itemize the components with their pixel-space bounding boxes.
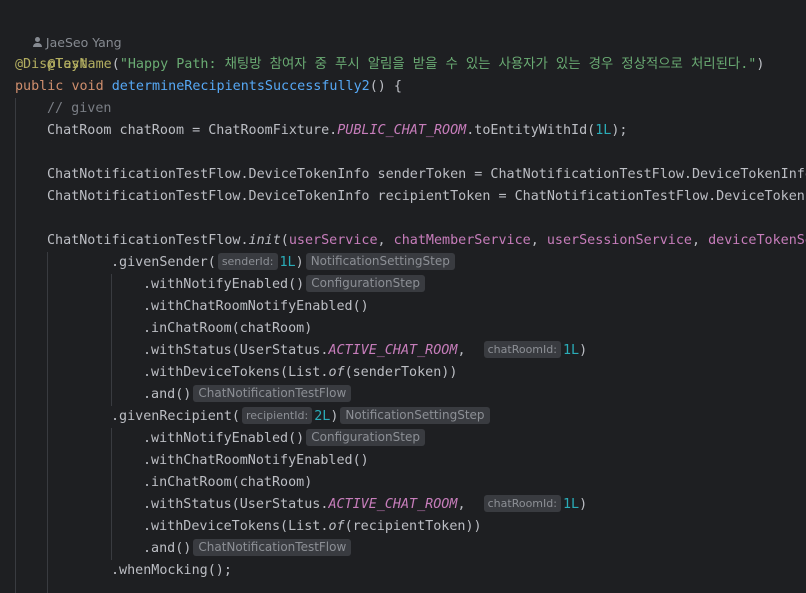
init-method: init: [248, 233, 281, 248]
number-literal: 1L: [562, 497, 580, 512]
recipient-token-arg: (recipientToken)): [344, 519, 482, 534]
type-hint: ConfigurationStep: [306, 429, 425, 446]
code-line: .withChatRoomNotifyEnabled(): [143, 296, 369, 318]
list-of-method: of: [328, 519, 345, 534]
comma: ,: [457, 343, 466, 358]
method-tail: () {: [369, 79, 402, 94]
comma: ,: [377, 233, 394, 248]
parameter-hint: chatRoomId:: [483, 495, 561, 512]
number-literal: 1L: [595, 123, 612, 138]
when-mocking-call: .whenMocking();: [111, 563, 232, 578]
in-chatroom-call: .inChatRoom(chatRoom): [143, 475, 313, 490]
code-line: .inChatRoom(chatRoom): [143, 472, 312, 494]
code-line: .and() ChatNotificationTestFlow: [143, 384, 353, 406]
parameter-hint: senderId:: [217, 253, 278, 270]
code-line: .withDeviceTokens(List.of(recipientToken…: [143, 516, 482, 538]
list-of-method: of: [328, 365, 345, 380]
parameter-hint: recipientId:: [242, 407, 313, 424]
init-prefix: ChatNotificationTestFlow.: [47, 233, 249, 248]
init-arg-user-service: userService: [288, 233, 378, 248]
init-arg-device-token-service: deviceTokenSe: [708, 233, 806, 248]
with-chatroom-notify-enabled-call: .withChatRoomNotifyEnabled(): [143, 299, 369, 314]
code-line: .withChatRoomNotifyEnabled(): [143, 450, 369, 472]
chatroom-decl: ChatRoom chatRoom = ChatRoomFixture.: [47, 123, 338, 138]
in-chatroom-call: .inChatRoom(chatRoom): [143, 321, 313, 336]
with-notify-enabled-call: .withNotifyEnabled(): [143, 431, 305, 446]
code-line: ChatNotificationTestFlow.DeviceTokenInfo…: [47, 164, 806, 186]
number-literal: 1L: [279, 255, 296, 270]
comment-given: // given: [47, 101, 112, 116]
constant-active-chat-room: ACTIVE_CHAT_ROOM: [328, 343, 458, 358]
chatroom-end: );: [611, 123, 628, 138]
given-sender-call: .givenSender(: [111, 255, 216, 270]
code-line: ChatNotificationTestFlow.DeviceTokenInfo…: [47, 186, 806, 208]
code-line: .withStatus(UserStatus.ACTIVE_CHAT_ROOM,…: [143, 340, 587, 362]
sender-token-decl: ChatNotificationTestFlow.DeviceTokenInfo…: [47, 167, 806, 182]
indent-guide: [111, 274, 112, 406]
constant-active-chat-room: ACTIVE_CHAT_ROOM: [328, 497, 458, 512]
code-line: .givenSender(senderId: 1L) NotificationSet…: [111, 252, 457, 274]
and-call: .and(): [143, 387, 192, 402]
paren: ): [579, 343, 588, 358]
indent-guide: [47, 252, 48, 593]
code-line: ChatRoom chatRoom = ChatRoomFixture.PUBL…: [47, 120, 627, 142]
parameter-hint: chatRoomId:: [483, 341, 561, 358]
paren: (: [280, 233, 289, 248]
indent-guide: [111, 428, 112, 560]
number-literal: 1L: [562, 343, 580, 358]
type-hint: NotificationSettingStep: [305, 253, 455, 270]
comma: ,: [530, 233, 547, 248]
method-name[interactable]: determineRecipientsSuccessfully2: [112, 79, 370, 94]
paren: ): [295, 255, 304, 270]
code-line: .withStatus(UserStatus.ACTIVE_CHAT_ROOM,…: [143, 494, 587, 516]
code-line: public void determineRecipientsSuccessfu…: [15, 76, 402, 98]
with-device-tokens-call: .withDeviceTokens(List.: [143, 365, 329, 380]
sender-token-arg: (senderToken)): [344, 365, 458, 380]
init-arg-chat-member-service: chatMemberService: [393, 233, 531, 248]
comma: ,: [457, 497, 466, 512]
display-name-string: "Happy Path: 채팅방 참여자 중 푸시 알림을 받을 수 있는 사용…: [119, 57, 757, 72]
number-literal: 2L: [314, 409, 331, 424]
code-line: .givenRecipient(recipientId: 2L) Notificat…: [111, 406, 492, 428]
with-chatroom-notify-enabled-call: .withChatRoomNotifyEnabled(): [143, 453, 369, 468]
code-line: .and() ChatNotificationTestFlow: [143, 538, 353, 560]
code-line: .withDeviceTokens(List.of(senderToken)): [143, 362, 457, 384]
keyword-void: void: [71, 79, 104, 94]
type-hint: NotificationSettingStep: [340, 407, 490, 424]
with-status-call: .withStatus(UserStatus.: [143, 343, 329, 358]
paren: ): [330, 409, 339, 424]
comma: ,: [691, 233, 709, 248]
code-line: .inChatRoom(chatRoom): [143, 318, 312, 340]
code-line: .whenMocking();: [111, 560, 232, 582]
code-line: .withNotifyEnabled() ConfigurationStep: [143, 274, 427, 296]
type-hint: ChatNotificationTestFlow: [193, 385, 352, 402]
and-call: .and(): [143, 541, 192, 556]
type-hint: ConfigurationStep: [306, 275, 425, 292]
code-line: ChatNotificationTestFlow.init(userServic…: [47, 230, 806, 252]
given-recipient-call: .givenRecipient(: [111, 409, 240, 424]
with-notify-enabled-call: .withNotifyEnabled(): [143, 277, 305, 292]
paren: ): [579, 497, 588, 512]
with-status-call: .withStatus(UserStatus.: [143, 497, 329, 512]
type-hint: ChatNotificationTestFlow: [193, 539, 352, 556]
code-author-hint[interactable]: JaeSeo Yang: [17, 10, 122, 50]
code-line: .withNotifyEnabled() ConfigurationStep: [143, 428, 427, 450]
chatroom-call: .toEntityWithId(: [466, 123, 596, 138]
recipient-token-decl: ChatNotificationTestFlow.DeviceTokenInfo…: [47, 189, 806, 204]
code-line: @Test: [15, 32, 87, 72]
with-device-tokens-call: .withDeviceTokens(List.: [143, 519, 329, 534]
paren: ): [756, 57, 765, 72]
constant-public-chat-room: PUBLIC_CHAT_ROOM: [337, 123, 467, 138]
paren: (: [111, 57, 120, 72]
init-arg-user-session-service: userSessionService: [546, 233, 692, 248]
code-line: @DisplayName("Happy Path: 채팅방 참여자 중 푸시 알…: [15, 54, 764, 76]
code-line: // given: [47, 98, 112, 120]
indent-guide: [15, 98, 16, 593]
keyword-public: public: [15, 79, 64, 94]
annotation-display-name: @DisplayName: [15, 57, 112, 72]
